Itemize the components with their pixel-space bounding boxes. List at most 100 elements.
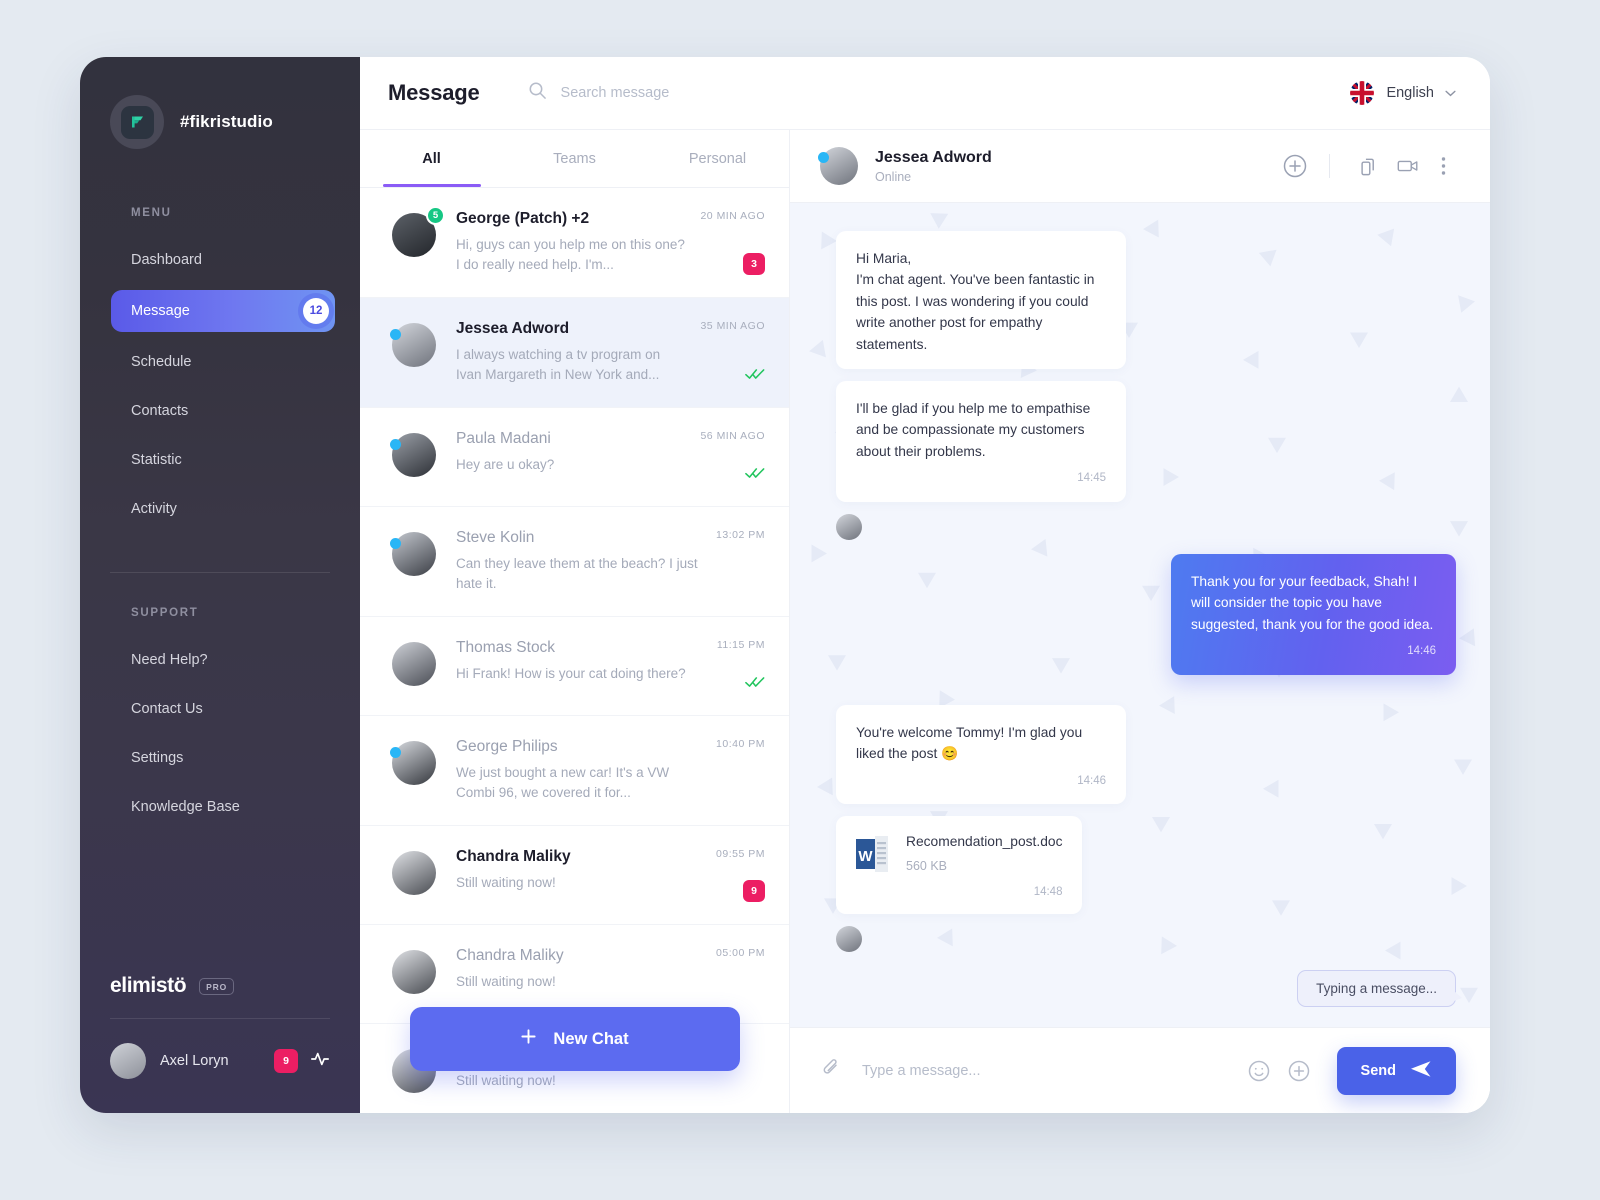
paperclip-icon[interactable] <box>820 1057 842 1084</box>
chevron-down-icon <box>1445 84 1456 102</box>
conversation-list[interactable]: 5 George (Patch) +2 Hi, guys can you hel… <box>360 188 789 1113</box>
more-vertical-icon[interactable] <box>1430 144 1456 188</box>
list-item[interactable]: Jessea Adword I always watching a tv pro… <box>360 297 789 408</box>
chat-panel: Jessea Adword Online Hi Maria, I'm chat … <box>790 130 1490 1113</box>
search-box[interactable] <box>528 81 1351 105</box>
read-receipt-icon <box>745 466 765 484</box>
conversation-snippet: Still waiting now! <box>456 1072 556 1088</box>
sidebar-item-label: Message <box>131 303 190 319</box>
conversation-name: Jessea Adword <box>456 319 570 337</box>
conversation-snippet: Hi, guys can you help me on this one? I … <box>456 237 685 272</box>
sidebar-item-label: Activity <box>131 501 177 517</box>
plan-badge: PRO <box>199 977 234 995</box>
content-body: All Teams Personal 5 George (Patch) +2 H… <box>360 130 1490 1113</box>
tab-all[interactable]: All <box>360 130 503 187</box>
sidebar-item-settings[interactable]: Settings <box>80 739 360 777</box>
devices-icon[interactable] <box>1342 144 1386 188</box>
list-item[interactable]: Thomas Stock Hi Frank! How is your cat d… <box>360 617 789 716</box>
message-row: Hi Maria, I'm chat agent. You've been fa… <box>836 231 1456 369</box>
conversation-time: 05:00 PM <box>716 946 765 959</box>
brand[interactable]: #fikristudio <box>80 57 360 149</box>
tab-personal[interactable]: Personal <box>646 130 789 187</box>
message-thread[interactable]: Hi Maria, I'm chat agent. You've been fa… <box>790 203 1490 1027</box>
message-time: 14:46 <box>1077 774 1106 787</box>
sidebar-item-label: Schedule <box>131 354 192 370</box>
message-avatar-row <box>836 925 1456 952</box>
group-member-count: 5 <box>426 206 445 225</box>
sidebar-item-contacts[interactable]: Contacts <box>80 392 360 430</box>
avatar <box>836 513 862 540</box>
sidebar-item-label: Contact Us <box>131 701 203 717</box>
message-composer: Send <box>790 1027 1490 1113</box>
avatar-group: 5 <box>392 206 446 257</box>
message-input[interactable] <box>862 1062 1231 1079</box>
list-item[interactable]: Paula Madani Hey are u okay? 56 MIN AGO <box>360 408 789 507</box>
sidebar-item-message[interactable]: Message 12 <box>111 290 335 332</box>
conversation-time: 56 MIN AGO <box>700 429 765 442</box>
message-avatar-row <box>836 513 1456 540</box>
conversation-name: Steve Kolin <box>456 528 535 546</box>
file-name: Recomendation_post.doc <box>906 834 1063 850</box>
conversation-snippet: I always watching a tv program on Ivan M… <box>456 346 661 382</box>
word-doc-icon: W <box>856 835 888 872</box>
conversation-name: George (Patch) +2 <box>456 210 590 227</box>
app-window: #fikristudio MENU Dashboard Message 12 S… <box>80 57 1490 1113</box>
workspace-footer: elimistö PRO <box>80 974 360 998</box>
sidebar-item-contact-us[interactable]: Contact Us <box>80 690 360 728</box>
list-item[interactable]: 5 George (Patch) +2 Hi, guys can you hel… <box>360 188 789 298</box>
message-text: You're welcome Tommy! I'm glad you liked… <box>856 724 1083 762</box>
topbar: Message Search message English <box>360 57 1490 130</box>
new-chat-label: New Chat <box>553 1029 629 1048</box>
message-text: I'll be glad if you help me to empathise… <box>856 400 1091 459</box>
sidebar-item-label: Knowledge Base <box>131 799 240 815</box>
sidebar-item-knowledge-base[interactable]: Knowledge Base <box>80 788 360 826</box>
conversation-snippet: Hey are u okay? <box>456 456 555 472</box>
sidebar-item-label: Need Help? <box>131 652 208 668</box>
smiley-icon[interactable] <box>1247 1059 1271 1083</box>
language-selector[interactable]: English <box>1350 81 1456 105</box>
message-text: Hi Maria, I'm chat agent. You've been fa… <box>856 251 1095 352</box>
list-item[interactable]: George Philips We just bought a new car!… <box>360 716 789 826</box>
svg-text:W: W <box>858 848 873 865</box>
message-row: Thank you for your feedback, Shah! I wil… <box>836 553 1456 675</box>
sidebar-item-schedule[interactable]: Schedule <box>80 343 360 381</box>
avatar <box>392 949 436 994</box>
message-bubble[interactable]: You're welcome Tommy! I'm glad you liked… <box>836 704 1126 805</box>
chat-contact-name: Jessea Adword <box>875 148 992 166</box>
send-button[interactable]: Send <box>1336 1046 1456 1095</box>
sidebar-item-dashboard[interactable]: Dashboard <box>80 241 360 279</box>
conversation-snippet: Can they leave them at the beach? I just… <box>456 555 698 591</box>
tab-label: Teams <box>553 150 596 167</box>
chat-header: Jessea Adword Online <box>790 130 1490 203</box>
sidebar-item-need-help[interactable]: Need Help? <box>80 641 360 679</box>
user-profile[interactable]: Axel Loryn 9 <box>80 1019 360 1113</box>
message-bubble[interactable]: Hi Maria, I'm chat agent. You've been fa… <box>836 231 1126 369</box>
message-bubble[interactable]: I'll be glad if you help me to empathise… <box>836 380 1126 502</box>
new-chat-container: New Chat <box>360 1007 789 1071</box>
typing-indicator: Typing a message... <box>1297 969 1462 1007</box>
new-chat-button[interactable]: New Chat <box>409 1007 740 1071</box>
uk-flag-icon <box>1350 81 1375 105</box>
sidebar-item-label: Statistic <box>131 452 182 468</box>
sidebar-item-activity[interactable]: Activity <box>80 490 360 528</box>
list-item[interactable]: Steve Kolin Can they leave them at the b… <box>360 507 789 617</box>
search-input[interactable] <box>560 85 861 101</box>
conversation-time: 20 MIN AGO <box>700 210 765 222</box>
workspace-name: elimistö <box>110 974 187 997</box>
pulse-icon[interactable] <box>310 1049 330 1074</box>
send-arrow-icon <box>1410 1060 1432 1082</box>
file-message-bubble[interactable]: W Recomendation_post.doc 560 KB 14:48 <box>836 816 1083 914</box>
send-label: Send <box>1360 1062 1396 1079</box>
video-camera-icon[interactable] <box>1386 144 1430 188</box>
conversation-list-panel: All Teams Personal 5 George (Patch) +2 H… <box>360 130 790 1113</box>
list-item[interactable]: Chandra Maliky Still waiting now! 09:55 … <box>360 826 789 925</box>
plus-circle-icon[interactable] <box>1287 1059 1311 1083</box>
message-bubble[interactable]: Thank you for your feedback, Shah! I wil… <box>1171 553 1456 675</box>
sidebar-item-statistic[interactable]: Statistic <box>80 441 360 479</box>
online-indicator <box>818 152 829 163</box>
plus-circle-icon[interactable] <box>1273 144 1317 188</box>
message-count-badge: 12 <box>303 298 329 324</box>
tab-teams[interactable]: Teams <box>503 130 646 187</box>
conversation-time: 10:40 PM <box>716 737 765 750</box>
